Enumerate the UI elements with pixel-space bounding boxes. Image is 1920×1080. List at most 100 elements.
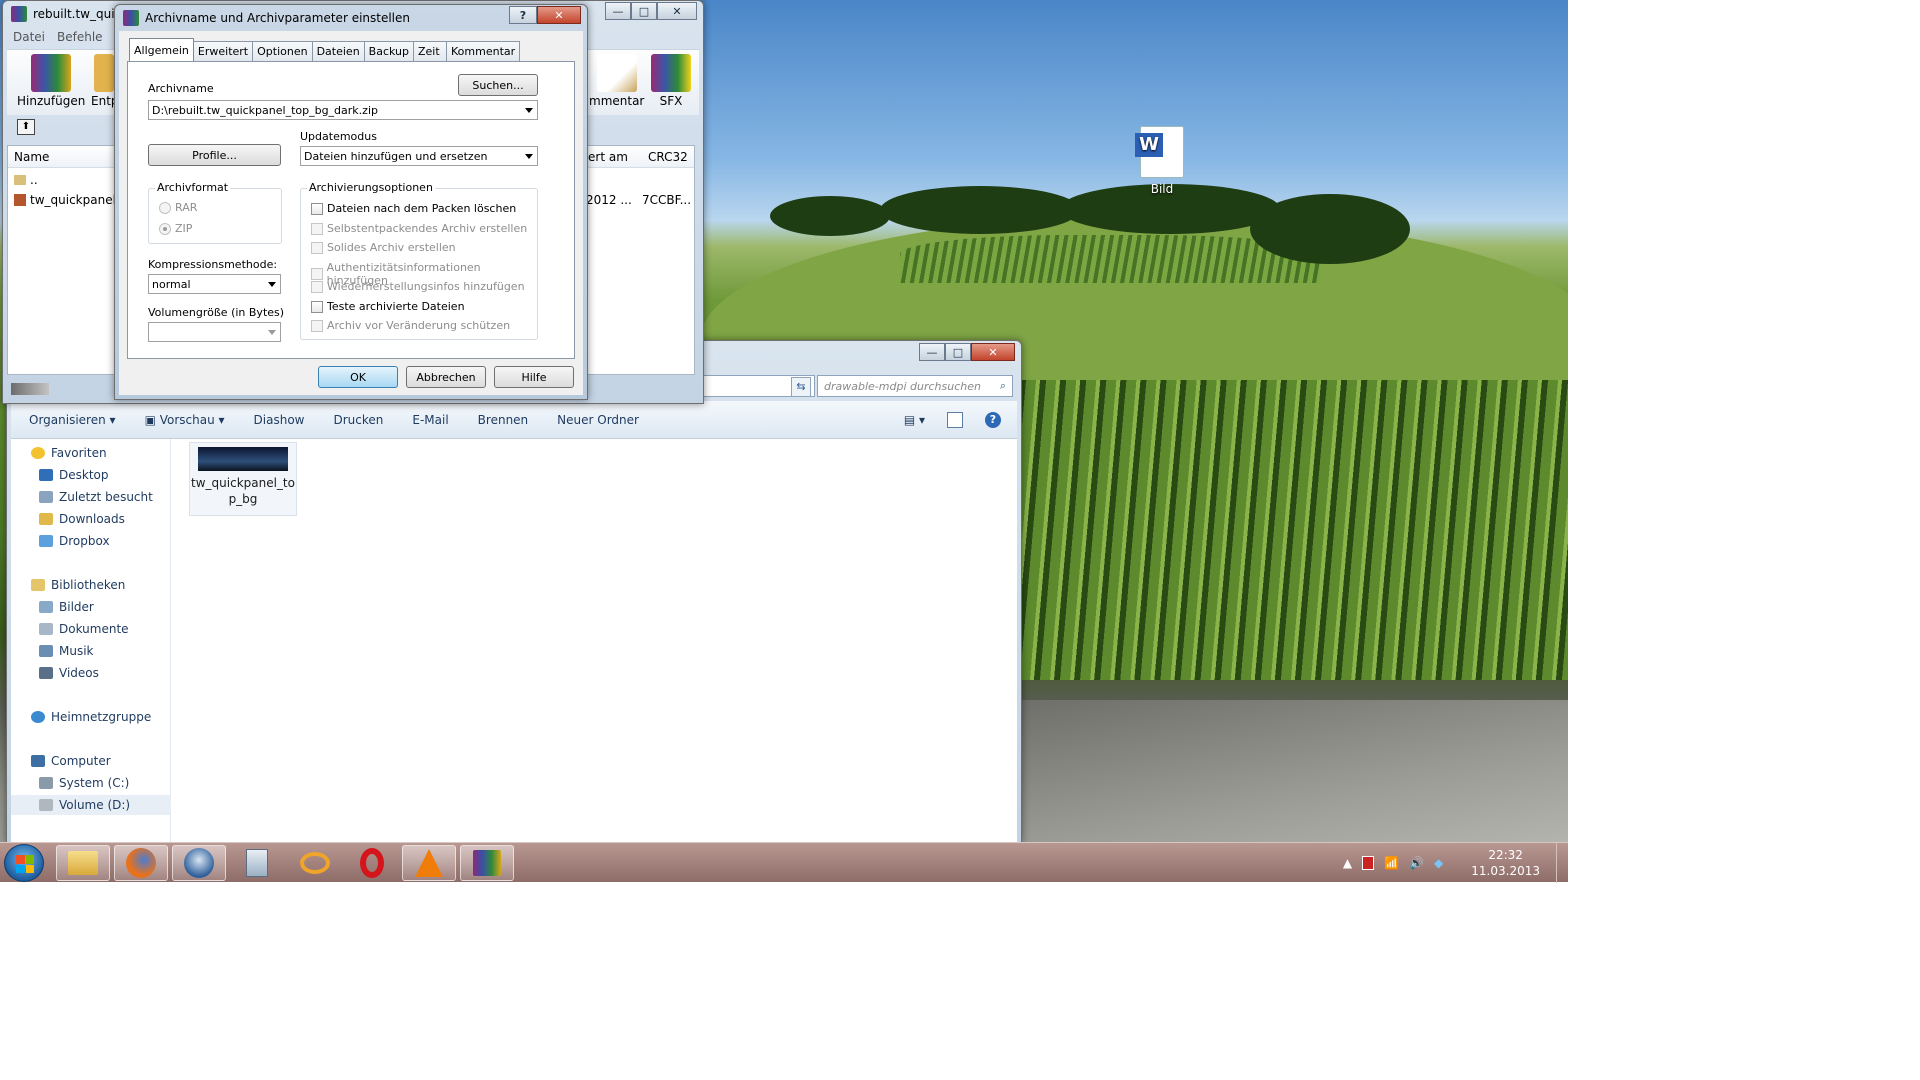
organize-button[interactable]: Organisieren ▾ xyxy=(29,413,116,427)
file-thumbnail[interactable]: tw_quickpanel_to p_bg xyxy=(189,442,297,516)
clock[interactable]: 22:32 11.03.2013 xyxy=(1471,847,1540,879)
nav-recent[interactable]: Zuletzt besucht xyxy=(39,487,153,507)
column-name[interactable]: Name xyxy=(14,150,49,164)
print-button[interactable]: Drucken xyxy=(333,413,383,427)
minimize-button[interactable]: — xyxy=(605,2,631,20)
option-create-sfx[interactable]: Selbstentpackendes Archiv erstellen xyxy=(311,222,527,235)
nav-pictures[interactable]: Bilder xyxy=(39,597,94,617)
comment-tool-button[interactable]: mmentar xyxy=(589,54,644,108)
menu-item[interactable]: Befehle xyxy=(57,30,103,48)
add-tool-button[interactable]: Hinzufügen xyxy=(17,54,85,108)
desktop-icon xyxy=(39,469,53,481)
tab-optionen[interactable]: Optionen xyxy=(252,41,313,61)
column-crc[interactable]: CRC32 xyxy=(648,150,688,164)
close-button[interactable]: ✕ xyxy=(657,2,697,20)
help-question-button[interactable]: ? xyxy=(509,6,537,24)
taskbar-opera[interactable] xyxy=(345,845,399,881)
tab-dateien[interactable]: Dateien xyxy=(311,41,365,61)
menu-item[interactable]: Datei xyxy=(13,30,45,48)
nav-downloads[interactable]: Downloads xyxy=(39,509,125,529)
column-modified[interactable]: ert am xyxy=(588,150,628,164)
tab-allgemein[interactable]: Allgemein xyxy=(129,38,194,61)
nav-music[interactable]: Musik xyxy=(39,641,94,661)
nav-volume-d[interactable]: Volume (D:) xyxy=(11,795,171,815)
tab-erweitert[interactable]: Erweitert xyxy=(192,41,254,61)
nav-dropbox[interactable]: Dropbox xyxy=(39,531,110,551)
nav-favorites[interactable]: Favoriten xyxy=(31,443,107,463)
up-folder-icon[interactable]: ⬆ xyxy=(17,119,35,135)
calculator-icon xyxy=(246,849,268,877)
dropbox-tray-icon[interactable]: ◆ xyxy=(1434,856,1443,870)
show-desktop-button[interactable] xyxy=(1556,843,1568,883)
clock-date: 11.03.2013 xyxy=(1471,864,1540,878)
cancel-button[interactable]: Abbrechen xyxy=(406,366,486,388)
homegroup-icon xyxy=(31,711,45,723)
view-options-icon[interactable]: ▤ ▾ xyxy=(904,413,925,427)
show-hidden-icons-icon[interactable]: ▲ xyxy=(1343,856,1352,870)
taskbar-calculator[interactable] xyxy=(230,845,284,881)
search-input[interactable]: drawable-mdpi durchsuchen ⌕ xyxy=(817,375,1013,397)
network-icon[interactable]: 📶 xyxy=(1384,856,1399,870)
help-button[interactable]: Hilfe xyxy=(494,366,574,388)
nav-system-c[interactable]: System (C:) xyxy=(39,773,129,793)
email-button[interactable]: E-Mail xyxy=(412,413,448,427)
preview-button[interactable]: ▣ Vorschau ▾ xyxy=(145,413,225,427)
help-icon[interactable]: ? xyxy=(985,411,1001,428)
tab-kommentar[interactable]: Kommentar xyxy=(446,41,521,61)
preview-pane-icon[interactable] xyxy=(947,411,963,428)
nav-desktop[interactable]: Desktop xyxy=(39,465,109,485)
compression-select[interactable]: normal xyxy=(148,274,281,294)
option-test-archived[interactable]: Teste archivierte Dateien xyxy=(311,300,465,313)
option-lock-archive[interactable]: Archiv vor Veränderung schützen xyxy=(311,319,510,332)
file-name-line2: p_bg xyxy=(228,492,258,506)
radio-icon xyxy=(159,201,171,214)
burn-button[interactable]: Brennen xyxy=(478,413,528,427)
close-button[interactable]: ✕ xyxy=(537,6,581,24)
device-icon[interactable] xyxy=(1362,856,1375,870)
taskbar-thunderbird[interactable] xyxy=(172,845,226,881)
sfx-tool-button[interactable]: SFX xyxy=(651,54,691,108)
maximize-button[interactable]: □ xyxy=(945,343,971,361)
status-drive-icon xyxy=(11,383,49,395)
dialog-caption-buttons: ? ✕ xyxy=(509,6,581,24)
nav-libraries[interactable]: Bibliotheken xyxy=(31,575,125,595)
close-button[interactable]: ✕ xyxy=(971,343,1015,361)
nav-homegroup[interactable]: Heimnetzgruppe xyxy=(31,707,151,727)
documents-icon xyxy=(39,623,53,635)
start-button[interactable] xyxy=(4,844,44,882)
nav-computer[interactable]: Computer xyxy=(31,751,111,771)
refresh-icon[interactable]: ⇆ xyxy=(791,377,811,397)
profiles-button[interactable]: Profile... xyxy=(148,144,281,166)
ok-button[interactable]: OK xyxy=(318,366,398,388)
volume-icon[interactable]: 🔊 xyxy=(1409,856,1424,870)
option-solid-archive[interactable]: Solides Archiv erstellen xyxy=(311,241,456,254)
option-delete-after-pack[interactable]: Dateien nach dem Packen löschen xyxy=(311,202,516,215)
new-folder-button[interactable]: Neuer Ordner xyxy=(557,413,639,427)
tab-backup[interactable]: Backup xyxy=(363,41,414,61)
volume-size-input[interactable] xyxy=(148,322,281,342)
drive-icon xyxy=(39,799,53,811)
update-mode-select[interactable]: Dateien hinzufügen und ersetzen xyxy=(300,146,538,166)
taskbar-vlc[interactable] xyxy=(402,845,456,881)
nav-videos[interactable]: Videos xyxy=(39,663,99,683)
slideshow-button[interactable]: Diashow xyxy=(254,413,305,427)
format-zip-radio[interactable]: ZIP xyxy=(159,222,192,235)
minimize-button[interactable]: — xyxy=(919,343,945,361)
nav-documents[interactable]: Dokumente xyxy=(39,619,129,639)
checkbox-icon xyxy=(311,241,323,254)
taskbar-sync[interactable] xyxy=(288,845,342,881)
chevron-down-icon xyxy=(268,330,276,335)
archive-name-combo[interactable]: D:\rebuilt.tw_quickpanel_top_bg_dark.zip xyxy=(148,100,538,120)
tab-zeit[interactable]: Zeit xyxy=(413,41,447,61)
format-rar-radio[interactable]: RAR xyxy=(159,201,197,214)
chevron-down-icon xyxy=(268,282,276,287)
explorer-content: Organisieren ▾ ▣ Vorschau ▾ Diashow Druc… xyxy=(11,401,1017,842)
maximize-button[interactable]: □ xyxy=(631,2,657,20)
option-recovery-record[interactable]: Wiederherstellungsinfos hinzufügen xyxy=(311,280,525,293)
desktop-word-document[interactable]: W Bild xyxy=(1130,126,1194,196)
taskbar-explorer[interactable] xyxy=(56,845,110,881)
search-placeholder: drawable-mdpi durchsuchen xyxy=(824,379,981,393)
browse-button[interactable]: Suchen... xyxy=(458,74,538,96)
taskbar-firefox[interactable] xyxy=(114,845,168,881)
taskbar-winrar[interactable] xyxy=(460,845,514,881)
